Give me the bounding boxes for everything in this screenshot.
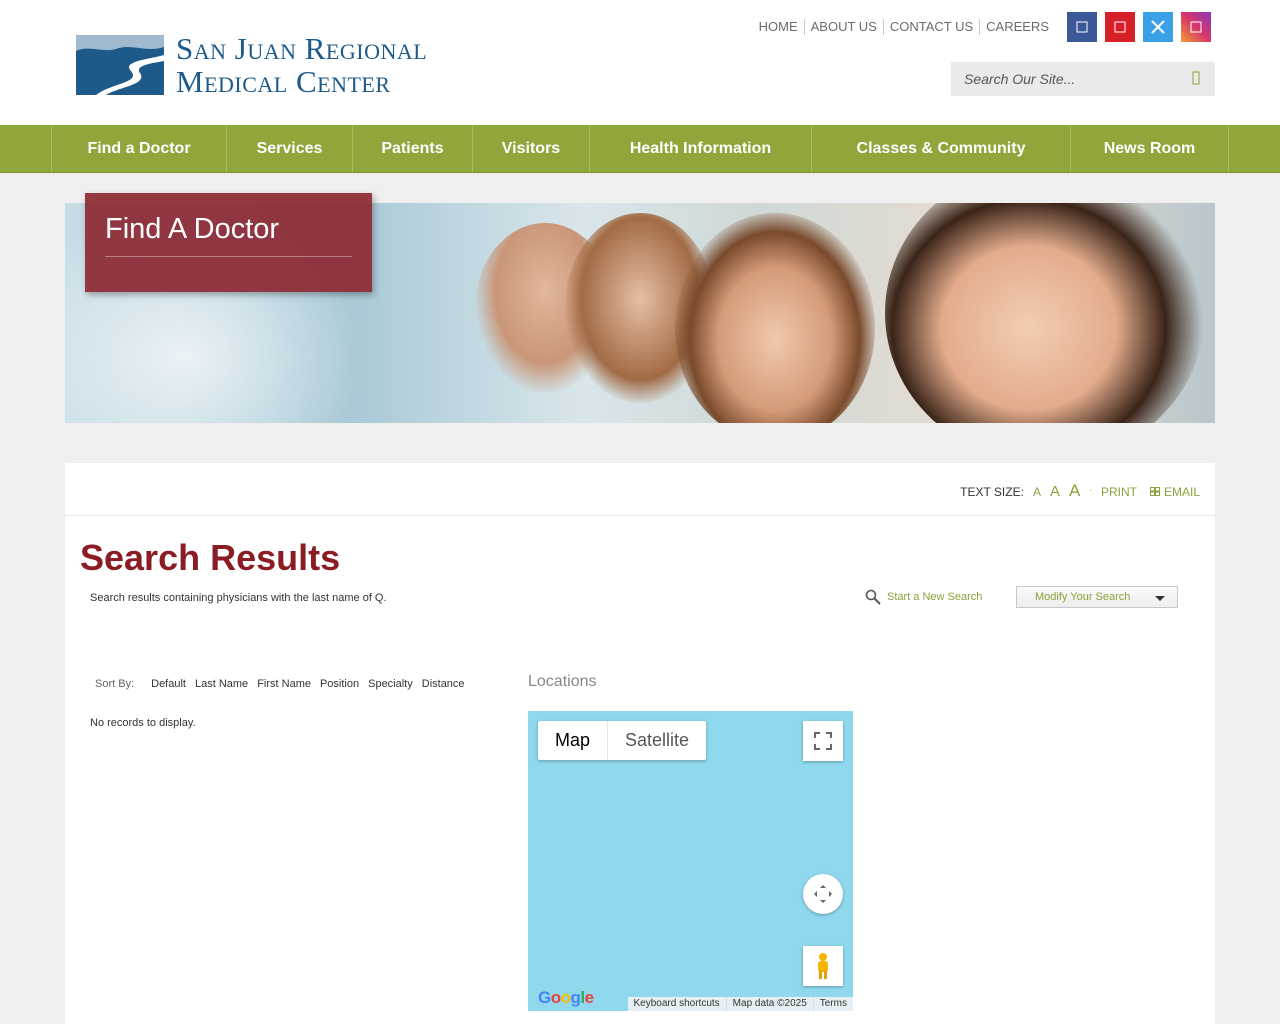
google-logo: Google: [538, 988, 594, 1007]
util-link-careers[interactable]: CAREERS: [979, 19, 1055, 35]
hero-title-box: Find A Doctor: [85, 193, 372, 292]
map-data-credit: Map data ©2025: [725, 997, 813, 1011]
sort-first-name[interactable]: First Name: [257, 678, 311, 690]
text-size-small[interactable]: A: [1033, 485, 1041, 499]
nav-find-a-doctor[interactable]: Find a Doctor: [51, 125, 226, 172]
magnifier-icon: [865, 589, 881, 605]
page-tools: TEXT SIZE: A A A ` PRINT EMAIL: [960, 481, 1200, 501]
fullscreen-icon[interactable]: [803, 721, 843, 761]
sort-last-name[interactable]: Last Name: [195, 678, 248, 690]
map-type-satellite[interactable]: Satellite: [608, 721, 706, 760]
locations-map[interactable]: Map Satellite Google Keyboard shortcuts …: [528, 711, 853, 1011]
logo-line-2: Medical Center: [176, 64, 391, 99]
caret-down-icon: [1155, 596, 1165, 601]
site-header: San Juan Regional Medical Center HOME AB…: [0, 0, 1280, 125]
pegman-icon[interactable]: [803, 946, 843, 986]
new-search-link[interactable]: Start a New Search: [865, 589, 982, 605]
logo-mark: [76, 35, 164, 95]
hero-person-3: [675, 213, 875, 423]
logo-line-1: San Juan Regional: [176, 31, 428, 66]
twitter-icon[interactable]: [1143, 12, 1173, 42]
tools-divider: [65, 515, 1215, 516]
print-link[interactable]: PRINT: [1101, 485, 1137, 499]
logo-text: San Juan Regional Medical Center: [176, 32, 427, 98]
modify-search-dropdown[interactable]: Modify Your Search: [1016, 586, 1178, 608]
sort-specialty[interactable]: Specialty: [368, 678, 413, 690]
social-links: [1067, 12, 1211, 42]
nav-visitors[interactable]: Visitors: [472, 125, 589, 172]
nav-news-room[interactable]: News Room: [1070, 125, 1229, 172]
hero-title: Find A Doctor: [105, 213, 280, 245]
text-size-medium[interactable]: A: [1050, 483, 1060, 500]
hero-title-rule: [105, 256, 352, 257]
email-icon: [1149, 487, 1160, 498]
sort-default[interactable]: Default: [151, 678, 186, 690]
utility-nav: HOME ABOUT US CONTACT US CAREERS: [753, 19, 1055, 35]
nav-classes-community[interactable]: Classes & Community: [811, 125, 1070, 172]
results-description: Search results containing physicians wit…: [90, 592, 387, 604]
text-size-label: TEXT SIZE:: [960, 485, 1024, 499]
map-type-control: Map Satellite: [538, 721, 707, 760]
sort-bar: Sort By: Default Last Name First Name Po…: [95, 678, 465, 690]
search-icon[interactable]: [1191, 71, 1201, 88]
content-panel: TEXT SIZE: A A A ` PRINT EMAIL Search Re…: [65, 463, 1215, 1024]
sort-position[interactable]: Position: [320, 678, 359, 690]
map-type-map[interactable]: Map: [538, 721, 609, 760]
util-link-contact[interactable]: CONTACT US: [882, 19, 979, 35]
youtube-icon[interactable]: [1105, 12, 1135, 42]
search-input[interactable]: [964, 71, 1179, 87]
text-size-large[interactable]: A: [1069, 481, 1080, 501]
instagram-icon[interactable]: [1181, 12, 1211, 42]
main-nav: Find a Doctor Services Patients Visitors…: [0, 125, 1280, 173]
modify-search-label: Modify Your Search: [1035, 591, 1131, 603]
nav-services[interactable]: Services: [226, 125, 352, 172]
nav-health-information[interactable]: Health Information: [589, 125, 811, 172]
page-title: Search Results: [80, 537, 341, 578]
email-link[interactable]: EMAIL: [1164, 485, 1200, 499]
locations-title: Locations: [528, 673, 597, 690]
no-records-message: No records to display.: [90, 717, 196, 729]
print-icon: `: [1089, 489, 1092, 498]
util-link-about[interactable]: ABOUT US: [803, 19, 883, 35]
new-search-label: Start a New Search: [887, 591, 983, 603]
camera-control-icon[interactable]: [803, 874, 843, 914]
sort-label: Sort By:: [95, 678, 135, 690]
site-search: [951, 62, 1215, 96]
map-attribution: Keyboard shortcuts Map data ©2025 Terms: [627, 997, 853, 1011]
site-logo[interactable]: San Juan Regional Medical Center: [76, 32, 427, 98]
keyboard-shortcuts-link[interactable]: Keyboard shortcuts: [628, 997, 726, 1011]
sort-distance[interactable]: Distance: [422, 678, 465, 690]
hero-person-4: [885, 203, 1205, 423]
terms-link[interactable]: Terms: [812, 997, 853, 1011]
facebook-icon[interactable]: [1067, 12, 1097, 42]
util-link-home[interactable]: HOME: [753, 19, 804, 35]
nav-patients[interactable]: Patients: [352, 125, 472, 172]
